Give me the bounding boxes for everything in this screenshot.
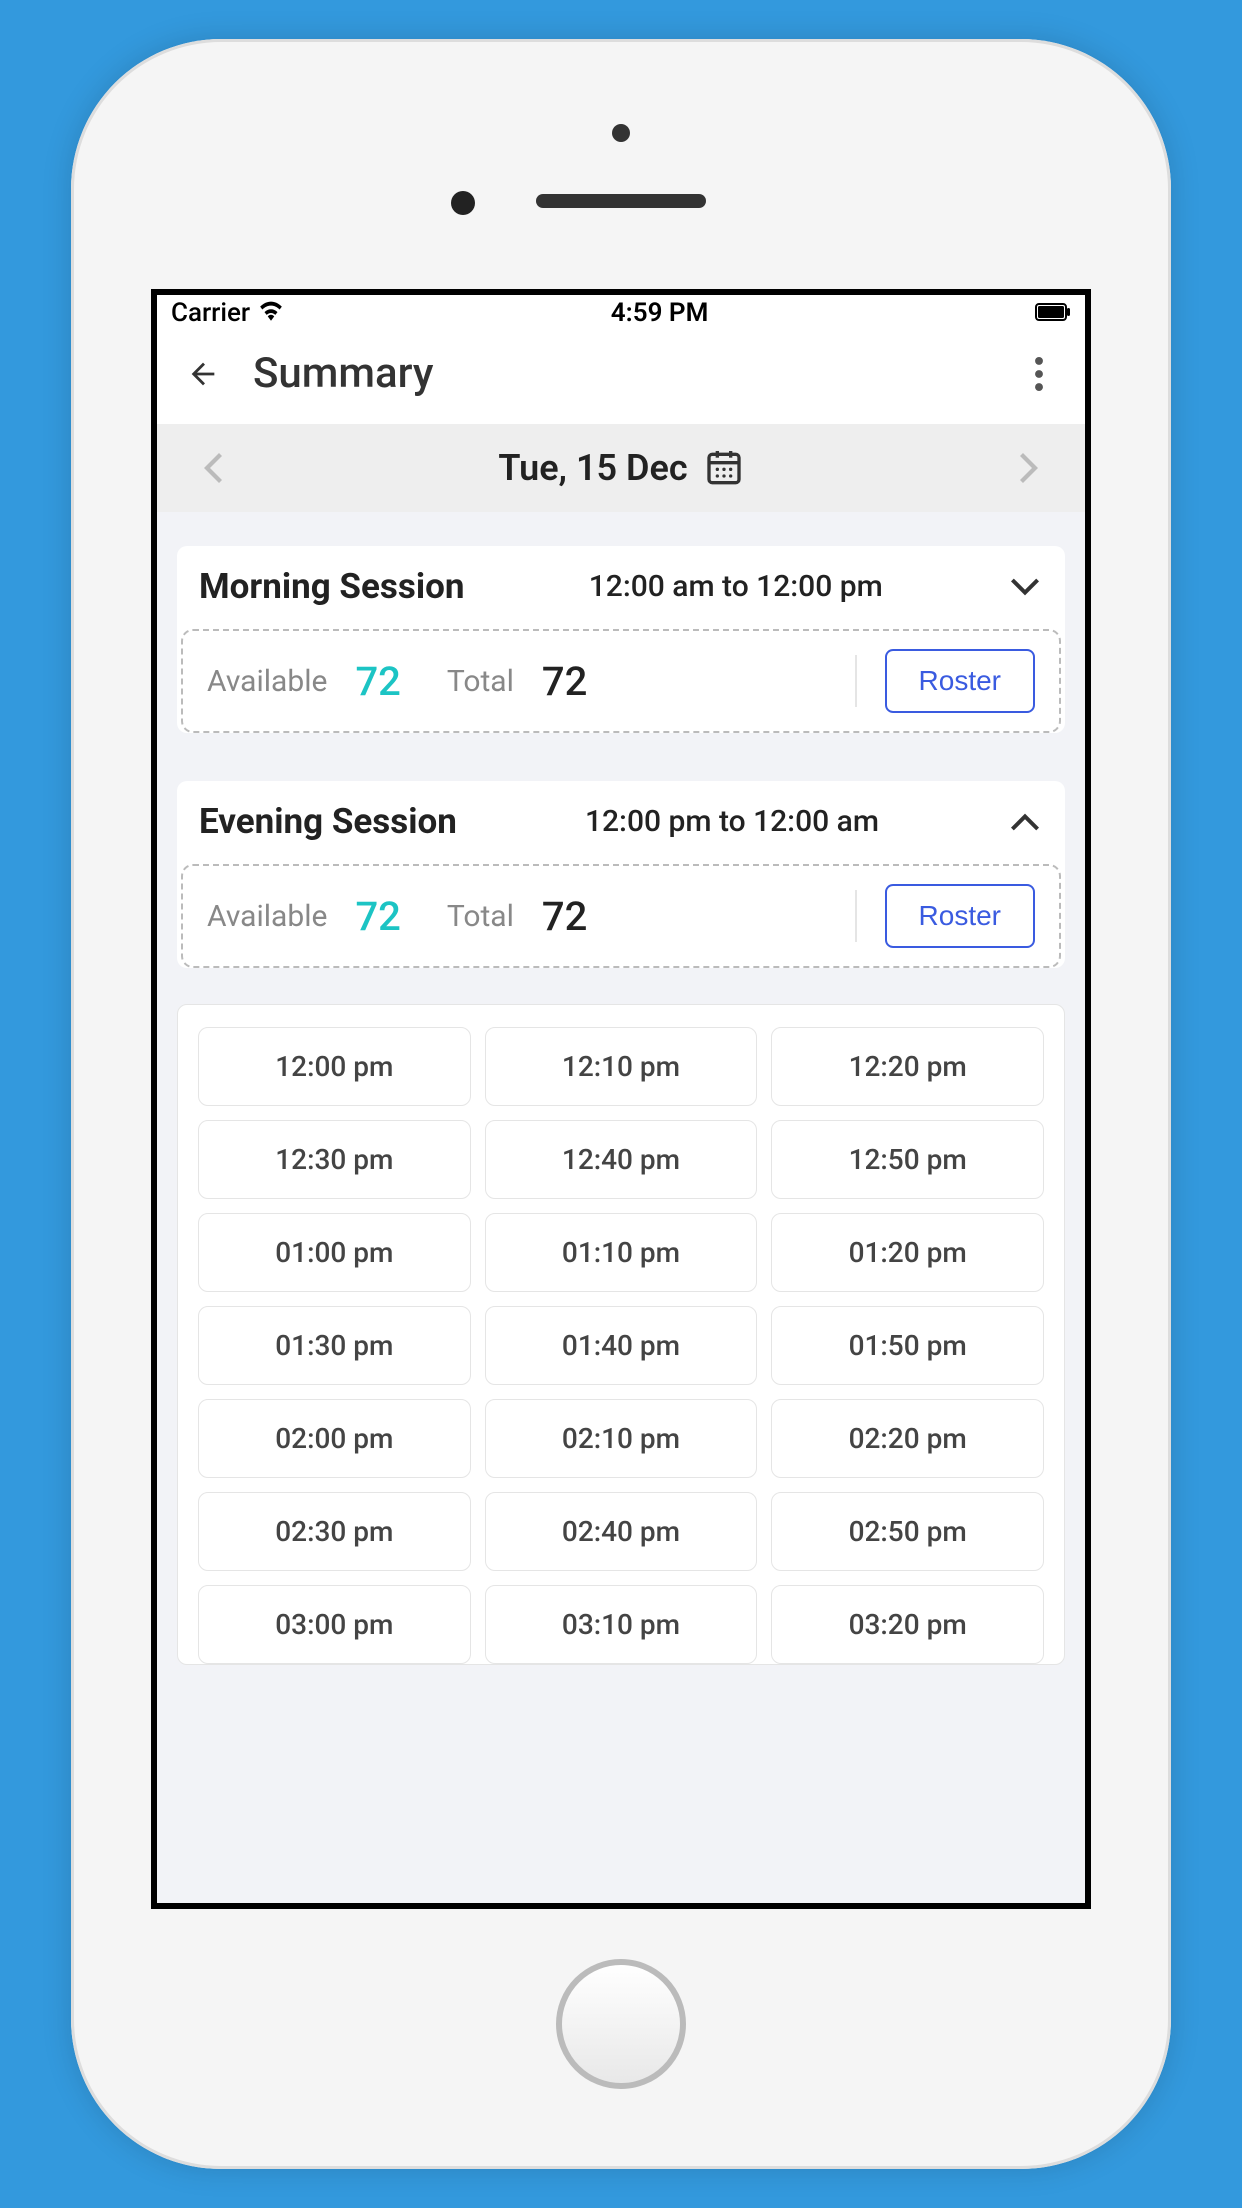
roster-button-evening[interactable]: Roster — [885, 884, 1035, 948]
battery-icon — [1035, 298, 1071, 328]
status-bar: Carrier 4:59 PM — [157, 295, 1085, 331]
available-value: 72 — [355, 893, 400, 940]
time-slot[interactable]: 12:40 pm — [485, 1120, 758, 1199]
session-stats-morning: Available 72 Total 72 Roster — [181, 629, 1061, 733]
roster-button-morning[interactable]: Roster — [885, 649, 1035, 713]
available-label: Available — [207, 899, 327, 934]
session-time: 12:00 am to 12:00 pm — [589, 569, 883, 604]
time-slot[interactable]: 01:30 pm — [198, 1306, 471, 1385]
session-card-morning: Morning Session 12:00 am to 12:00 pm Ava… — [177, 546, 1065, 733]
chevron-up-icon — [1011, 813, 1039, 831]
time-slot[interactable]: 12:20 pm — [771, 1027, 1044, 1106]
available-label: Available — [207, 664, 327, 699]
time-slot[interactable]: 01:40 pm — [485, 1306, 758, 1385]
total-label: Total — [447, 664, 514, 699]
available-value: 72 — [355, 658, 400, 705]
wifi-icon — [258, 298, 284, 328]
time-slot[interactable]: 01:10 pm — [485, 1213, 758, 1292]
back-button[interactable] — [181, 352, 225, 396]
content-scroll[interactable]: Morning Session 12:00 am to 12:00 pm Ava… — [157, 512, 1085, 1903]
session-header-evening[interactable]: Evening Session 12:00 pm to 12:00 am — [177, 781, 1065, 864]
time-slot[interactable]: 01:50 pm — [771, 1306, 1044, 1385]
session-time: 12:00 pm to 12:00 am — [585, 804, 879, 839]
prev-day-button[interactable] — [193, 448, 233, 488]
chevron-left-icon — [204, 453, 222, 483]
clock-label: 4:59 PM — [611, 298, 709, 328]
next-day-button[interactable] — [1009, 448, 1049, 488]
more-vertical-icon — [1035, 357, 1043, 391]
session-title: Evening Session — [199, 801, 457, 842]
selected-date-label: Tue, 15 Dec — [498, 447, 687, 489]
time-slot[interactable]: 01:20 pm — [771, 1213, 1044, 1292]
app-header: Summary — [157, 331, 1085, 424]
time-slot[interactable]: 03:10 pm — [485, 1585, 758, 1664]
phone-frame: Carrier 4:59 PM Summary — [71, 39, 1171, 2169]
phone-camera — [612, 124, 630, 142]
total-value: 72 — [542, 658, 587, 705]
time-slot[interactable]: 02:00 pm — [198, 1399, 471, 1478]
time-slot[interactable]: 01:00 pm — [198, 1213, 471, 1292]
time-slots-container: 12:00 pm12:10 pm12:20 pm 12:30 pm12:40 pm… — [177, 1004, 1065, 1665]
divider — [855, 655, 857, 707]
session-block-evening: Evening Session 12:00 pm to 12:00 am Ava… — [177, 781, 1065, 1665]
time-slot[interactable]: 02:30 pm — [198, 1492, 471, 1571]
time-slot[interactable]: 03:00 pm — [198, 1585, 471, 1664]
total-value: 72 — [542, 893, 587, 940]
session-stats-evening: Available 72 Total 72 Roster — [181, 864, 1061, 968]
calendar-icon — [704, 446, 744, 490]
time-slot[interactable]: 02:10 pm — [485, 1399, 758, 1478]
time-slot[interactable]: 02:50 pm — [771, 1492, 1044, 1571]
home-button[interactable] — [556, 1959, 686, 2089]
phone-speaker — [536, 194, 706, 208]
time-slot[interactable]: 02:20 pm — [771, 1399, 1044, 1478]
expand-toggle-morning[interactable] — [1007, 569, 1043, 605]
date-picker-button[interactable]: Tue, 15 Dec — [498, 446, 743, 490]
carrier-label: Carrier — [171, 298, 250, 328]
phone-proximity — [451, 191, 475, 215]
chevron-right-icon — [1020, 453, 1038, 483]
time-slot[interactable]: 12:00 pm — [198, 1027, 471, 1106]
screen: Carrier 4:59 PM Summary — [151, 289, 1091, 1909]
time-slots-grid: 12:00 pm12:10 pm12:20 pm 12:30 pm12:40 pm… — [198, 1027, 1044, 1664]
page-title: Summary — [253, 349, 1017, 398]
more-options-button[interactable] — [1017, 352, 1061, 396]
time-slot[interactable]: 12:30 pm — [198, 1120, 471, 1199]
total-label: Total — [447, 899, 514, 934]
time-slot[interactable]: 12:50 pm — [771, 1120, 1044, 1199]
time-slot[interactable]: 12:10 pm — [485, 1027, 758, 1106]
session-card-evening: Evening Session 12:00 pm to 12:00 am Ava… — [177, 781, 1065, 968]
time-slot[interactable]: 02:40 pm — [485, 1492, 758, 1571]
time-slot[interactable]: 03:20 pm — [771, 1585, 1044, 1664]
expand-toggle-evening[interactable] — [1007, 804, 1043, 840]
date-navigator: Tue, 15 Dec — [157, 424, 1085, 512]
divider — [855, 890, 857, 942]
session-header-morning[interactable]: Morning Session 12:00 am to 12:00 pm — [177, 546, 1065, 629]
chevron-down-icon — [1011, 578, 1039, 596]
session-title: Morning Session — [199, 566, 464, 607]
arrow-left-icon — [186, 357, 220, 391]
